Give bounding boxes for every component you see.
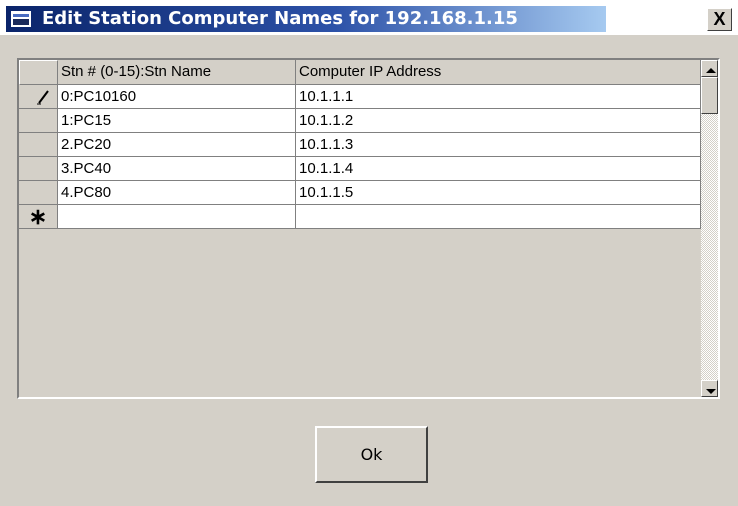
scroll-up-button[interactable]	[701, 60, 718, 77]
table-row[interactable]: 2.PC20 10.1.1.3	[19, 133, 701, 157]
scroll-down-button[interactable]	[701, 380, 718, 397]
station-name-cell[interactable]: 4.PC80	[58, 181, 296, 205]
title-bar: Edit Station Computer Names for 192.168.…	[0, 0, 738, 35]
arrow-down-icon	[706, 389, 716, 394]
close-button[interactable]: X	[707, 8, 732, 31]
station-name-cell[interactable]: 1:PC15	[58, 109, 296, 133]
station-name-cell[interactable]: 0:PC10160	[58, 85, 296, 109]
table-row[interactable]: 0:PC10160 10.1.1.1	[19, 85, 701, 109]
table-row[interactable]: 1:PC15 10.1.1.2	[19, 109, 701, 133]
column-header-station-name[interactable]: Stn # (0-15):Stn Name	[58, 60, 296, 85]
ip-address-cell[interactable]: 10.1.1.4	[296, 157, 701, 181]
ok-button[interactable]: Ok	[315, 426, 428, 483]
select-all-header[interactable]	[19, 60, 58, 85]
new-row-asterisk-icon: ∗	[19, 205, 58, 229]
row-selector[interactable]	[19, 109, 58, 133]
vertical-scrollbar[interactable]	[701, 60, 718, 397]
column-header-ip-address[interactable]: Computer IP Address	[296, 60, 701, 85]
table-row[interactable]: 3.PC40 10.1.1.4	[19, 157, 701, 181]
ip-address-cell[interactable]: 10.1.1.1	[296, 85, 701, 109]
scroll-thumb[interactable]	[701, 77, 718, 114]
row-selector[interactable]	[19, 157, 58, 181]
row-selector[interactable]	[19, 85, 58, 109]
ip-address-cell[interactable]	[296, 205, 701, 229]
station-name-cell[interactable]: 2.PC20	[58, 133, 296, 157]
station-name-cell[interactable]	[58, 205, 296, 229]
pencil-icon	[37, 90, 49, 105]
ip-address-cell[interactable]: 10.1.1.5	[296, 181, 701, 205]
ip-address-cell[interactable]: 10.1.1.3	[296, 133, 701, 157]
app-icon	[11, 11, 31, 27]
station-names-grid[interactable]: Stn # (0-15):Stn Name Computer IP Addres…	[17, 58, 720, 399]
station-name-cell[interactable]: 3.PC40	[58, 157, 296, 181]
title-bar-caption[interactable]: Edit Station Computer Names for 192.168.…	[6, 6, 606, 32]
row-selector[interactable]	[19, 133, 58, 157]
ip-address-cell[interactable]: 10.1.1.2	[296, 109, 701, 133]
arrow-up-icon	[706, 68, 716, 73]
window-title: Edit Station Computer Names for 192.168.…	[42, 8, 518, 29]
new-row[interactable]: ∗	[19, 205, 701, 229]
row-selector[interactable]	[19, 181, 58, 205]
table-row[interactable]: 4.PC80 10.1.1.5	[19, 181, 701, 205]
